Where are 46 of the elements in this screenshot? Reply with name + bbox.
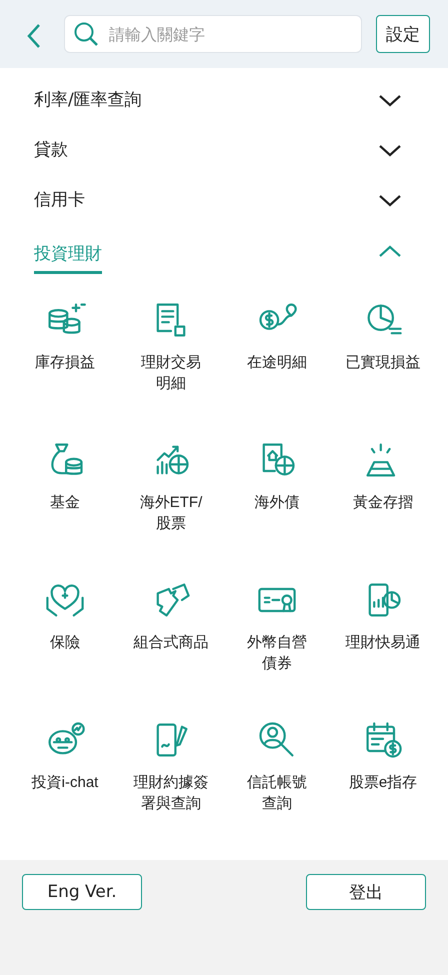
search-icon	[73, 21, 99, 47]
menu-tile[interactable]: 理財快易通	[330, 578, 436, 690]
tile-label: 組合式商品	[134, 633, 208, 653]
menu-tile[interactable]: 股票e指存	[330, 718, 436, 830]
section-header[interactable]: 利率/匯率查詢	[34, 84, 142, 118]
menu-tile[interactable]: 庫存損益	[12, 298, 118, 410]
chevron-down-icon[interactable]	[378, 144, 402, 158]
menu-tile[interactable]: 已實現損益	[330, 298, 436, 410]
tile-label: 信託帳號 查詢	[247, 773, 307, 814]
menu-tile[interactable]: 海外債	[224, 438, 330, 550]
menu-tile[interactable]: 組合式商品	[118, 578, 224, 690]
menu-tile[interactable]: 海外ETF/ 股票	[118, 438, 224, 550]
menu-tile[interactable]: 理財交易 明細	[118, 298, 224, 410]
tile-label: 理財快易通	[346, 633, 420, 653]
tile-label: 保險	[50, 633, 80, 653]
tile-label: 理財交易 明細	[141, 353, 201, 394]
tile-label: 已實現損益	[346, 353, 420, 373]
menu-tile[interactable]: 保險	[12, 578, 118, 690]
tile-label: 基金	[50, 493, 80, 513]
tile-label: 海外債	[254, 493, 300, 513]
chevron-down-icon[interactable]	[378, 94, 402, 108]
menu-tile[interactable]: 投資i-chat	[12, 718, 118, 830]
menu-tile[interactable]: 信託帳號 查詢	[224, 718, 330, 830]
search-field[interactable]: 請輸入關鍵字	[64, 15, 362, 53]
chevron-down-icon[interactable]	[378, 194, 402, 208]
menu-tile[interactable]: 黃金存摺	[330, 438, 436, 550]
section-header[interactable]: 投資理財	[34, 238, 102, 274]
footer-button[interactable]: Eng Ver.	[22, 874, 142, 910]
tile-label: 理財約據簽 署與查詢	[134, 773, 208, 814]
menu-tile[interactable]: 外幣自營 債券	[224, 578, 330, 690]
chevron-up-icon[interactable]	[378, 244, 402, 258]
tile-label: 股票e指存	[348, 773, 418, 793]
menu-tile[interactable]: 在途明細	[224, 298, 330, 410]
footer-button[interactable]: 登出	[306, 874, 426, 910]
tile-label: 投資i-chat	[32, 773, 98, 793]
tile-label: 在途明細	[247, 353, 307, 373]
back-icon	[26, 23, 42, 49]
menu-tile[interactable]: 基金	[12, 438, 118, 550]
settings-button[interactable]: 設定	[376, 15, 430, 53]
tile-label: 海外ETF/ 股票	[140, 493, 202, 534]
menu-tile[interactable]: 理財約據簽 署與查詢	[118, 718, 224, 830]
tile-label: 外幣自營 債券	[247, 633, 307, 674]
section-header[interactable]: 貸款	[34, 134, 68, 168]
tile-label: 庫存損益	[35, 353, 95, 373]
tile-label: 黃金存摺	[353, 493, 413, 513]
section-header[interactable]: 信用卡	[34, 184, 85, 218]
